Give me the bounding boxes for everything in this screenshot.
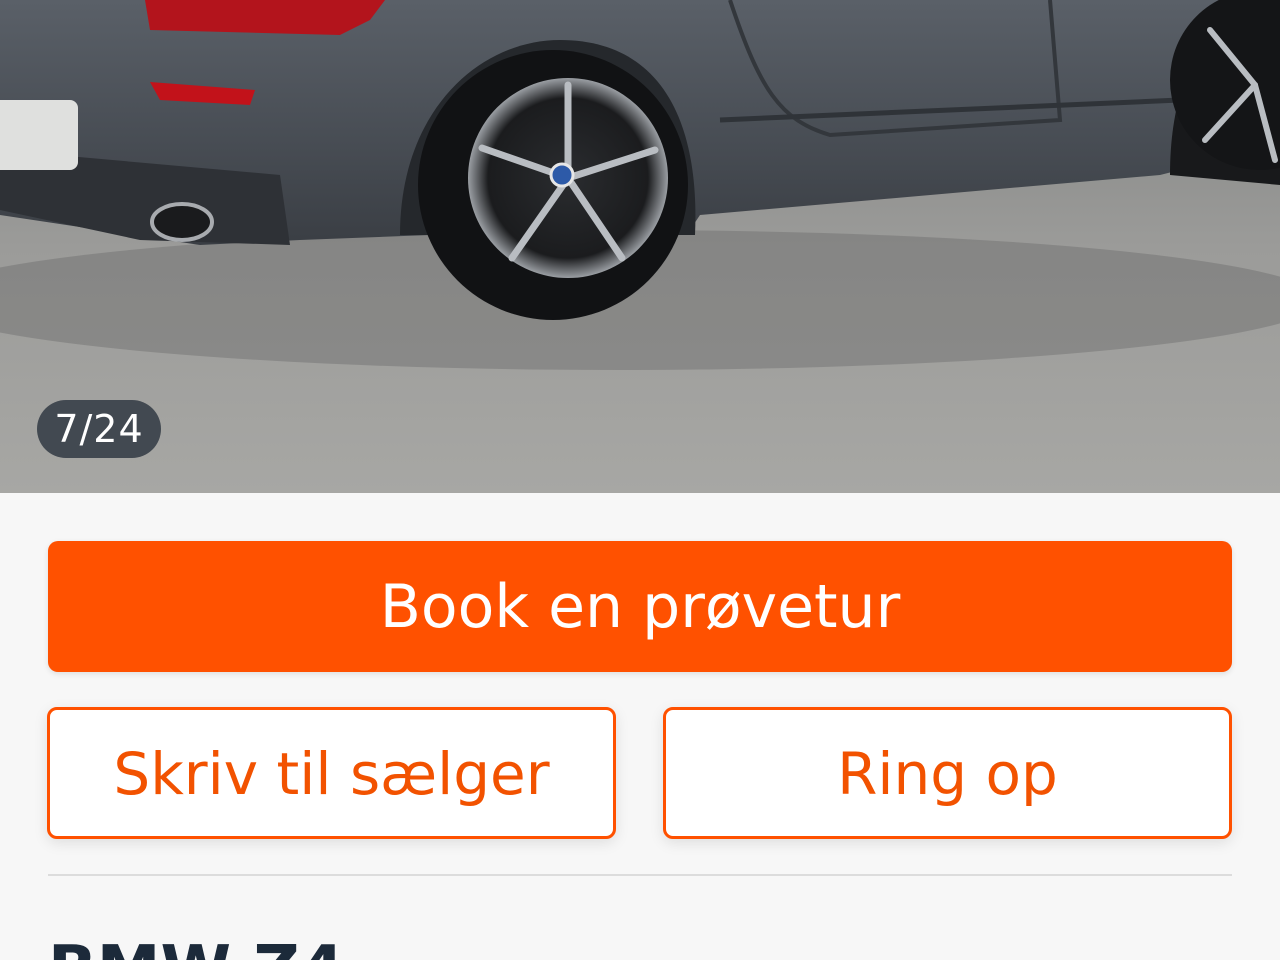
divider xyxy=(48,874,1232,876)
photo-gallery[interactable]: 7/24 xyxy=(0,0,1280,493)
photo-counter: 7/24 xyxy=(37,400,161,458)
call-button[interactable]: Ring op xyxy=(663,707,1232,839)
listing-title: BMW Z4 xyxy=(48,938,344,960)
car-photo xyxy=(0,0,1280,493)
listing-page: 7/24 Book en prøvetur Skriv til sælger R… xyxy=(0,0,1280,960)
book-test-drive-button[interactable]: Book en prøvetur xyxy=(48,541,1232,672)
message-seller-button[interactable]: Skriv til sælger xyxy=(47,707,616,839)
